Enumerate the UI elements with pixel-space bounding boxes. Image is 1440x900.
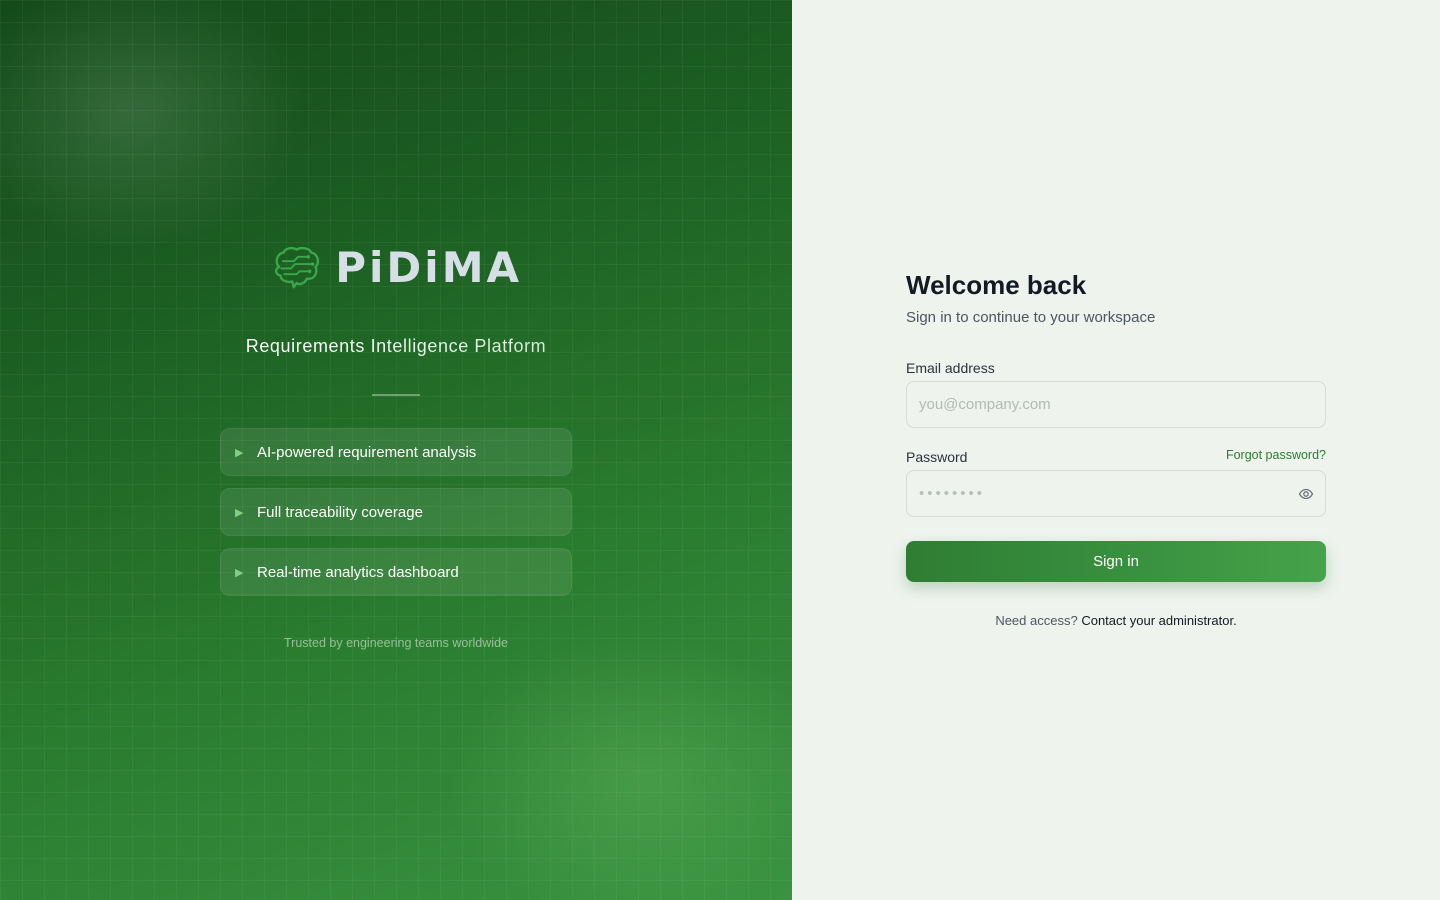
brain-circuit-icon bbox=[275, 246, 320, 289]
login-form: Welcome back Sign in to continue to your… bbox=[906, 270, 1326, 628]
feature-label: AI-powered requirement analysis bbox=[257, 443, 477, 461]
email-field[interactable] bbox=[906, 381, 1326, 428]
feature-item: ▶ Real-time analytics dashboard bbox=[220, 548, 572, 596]
sign-in-button[interactable]: Sign in bbox=[906, 541, 1326, 582]
page-title: Welcome back bbox=[906, 270, 1087, 300]
brand-panel: PiDiMA Requirements Intelligence Platfor… bbox=[0, 0, 792, 900]
feature-item: ▶ AI-powered requirement analysis bbox=[220, 428, 572, 476]
access-note: Need access? Contact your administrator. bbox=[906, 613, 1326, 628]
feature-item: ▶ Full traceability coverage bbox=[220, 488, 572, 536]
page-subtitle: Sign in to continue to your workspace bbox=[906, 309, 1156, 326]
play-arrow-icon: ▶ bbox=[235, 566, 244, 579]
feature-label: Real-time analytics dashboard bbox=[257, 563, 459, 581]
logo: PiDiMA bbox=[272, 236, 522, 298]
divider bbox=[372, 394, 420, 396]
access-prefix: Need access? bbox=[995, 613, 1078, 628]
logo-wordmark: PiDiMA bbox=[335, 242, 522, 292]
play-arrow-icon: ▶ bbox=[235, 446, 244, 459]
trust-text: Trusted by engineering teams worldwide bbox=[284, 636, 508, 650]
forgot-password-link[interactable]: Forgot password? bbox=[1226, 448, 1326, 462]
tagline: Requirements Intelligence Platform bbox=[0, 336, 792, 357]
play-arrow-icon: ▶ bbox=[235, 506, 244, 519]
password-label: Password bbox=[906, 449, 968, 465]
contact-admin-link[interactable]: Contact your administrator. bbox=[1081, 613, 1236, 628]
feature-label: Full traceability coverage bbox=[257, 503, 423, 521]
password-field[interactable] bbox=[906, 470, 1326, 517]
brand-content: PiDiMA Requirements Intelligence Platfor… bbox=[0, 0, 792, 900]
login-panel: Welcome back Sign in to continue to your… bbox=[792, 0, 1440, 900]
eye-icon[interactable] bbox=[1298, 486, 1314, 502]
email-label: Email address bbox=[906, 360, 995, 376]
